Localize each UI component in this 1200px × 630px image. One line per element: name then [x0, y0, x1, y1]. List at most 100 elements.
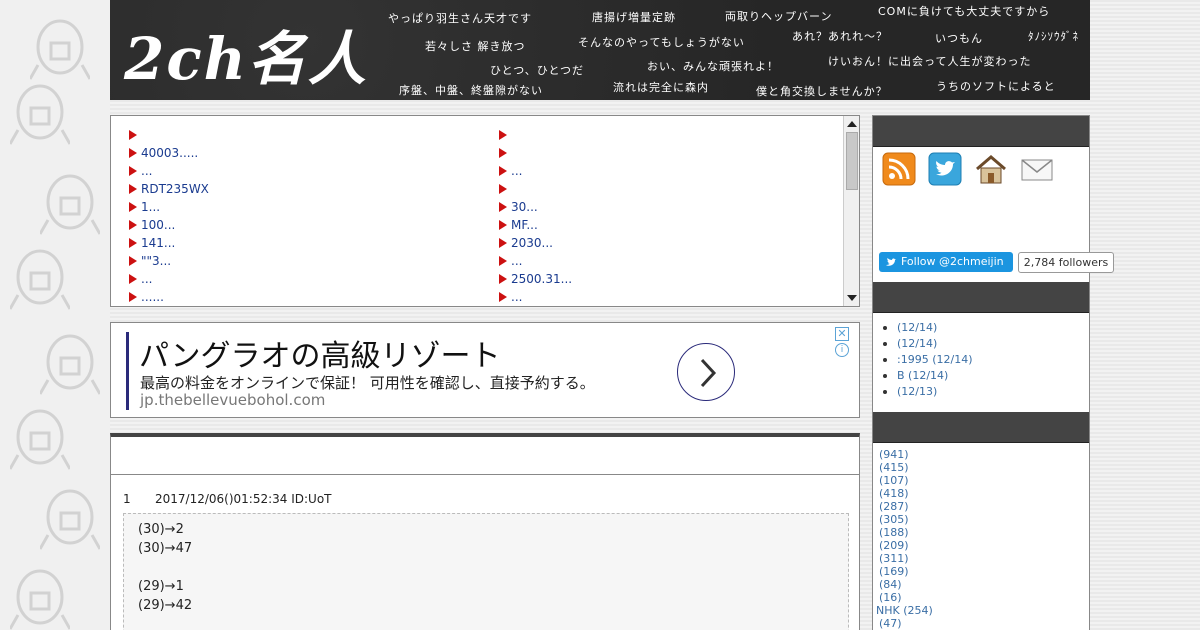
link-item[interactable]: ...: [497, 252, 572, 270]
link-item[interactable]: MF...: [497, 216, 572, 234]
category-link[interactable]: (188): [879, 526, 933, 539]
mascot-decoration: [10, 569, 70, 630]
recent-article-link[interactable]: (12/14): [881, 320, 972, 336]
header-tagline: ひとつ、ひとつだ: [490, 64, 585, 77]
link-item[interactable]: ...: [497, 288, 572, 306]
sidebar-section-header: [873, 116, 1089, 147]
mail-icon[interactable]: [1020, 152, 1054, 186]
recent-article-link[interactable]: (12/14): [881, 336, 972, 352]
recent-article-link[interactable]: (12/13): [881, 384, 972, 400]
twitter-icon[interactable]: [928, 152, 962, 186]
ad-banner[interactable]: パングラオの高級リゾート 最高の料金をオンラインで保証！ 可用性を確認し、直接予…: [110, 322, 860, 418]
header-tagline: COMに負けても大丈夫ですから: [878, 5, 1051, 18]
post-number: 1: [123, 492, 131, 506]
link-item[interactable]: 100...: [127, 216, 209, 234]
category-link[interactable]: (415): [879, 461, 933, 474]
home-icon[interactable]: [974, 152, 1008, 186]
mascot-decoration: [10, 249, 70, 310]
sidebar-section-header: [873, 282, 1089, 313]
sidebar: Follow @2chmeijin 2,784 followers (12/14…: [872, 115, 1114, 630]
article-panel: 1 2017/12/06()01:52:34 ID:UoT (30)→2 (30)…: [110, 433, 860, 630]
header-tagline: 唐揚げ増量定跡: [592, 11, 676, 24]
follow-label: Follow @2chmeijin: [901, 255, 1004, 268]
mascot-decoration: [40, 334, 100, 395]
post-meta: 1 2017/12/06()01:52:34 ID:UoT: [123, 492, 332, 506]
post-timestamp: 2017/12/06()01:52:34 ID:UoT: [155, 492, 332, 506]
header-tagline: 両取りヘップバーン: [725, 10, 833, 23]
category-link[interactable]: (47): [879, 617, 933, 630]
header-tagline: うちのソフトによると: [936, 80, 1056, 93]
link-item[interactable]: RDT235WX: [127, 180, 209, 198]
link-item[interactable]: 2500.31...: [497, 270, 572, 288]
post-line: (29)→1: [138, 579, 184, 594]
header-tagline: ﾀﾉｼｿｳﾀﾞﾈ: [1028, 30, 1079, 43]
post-body: (30)→2 (30)→47 (29)→1 (29)→42: [123, 513, 849, 630]
link-item[interactable]: 30...: [497, 198, 572, 216]
ad-title[interactable]: パングラオの高級リゾート: [139, 331, 501, 375]
link-item[interactable]: 141...: [127, 234, 209, 252]
link-item[interactable]: ""3...: [127, 252, 209, 270]
category-link[interactable]: (209): [879, 539, 933, 552]
link-item[interactable]: [127, 126, 209, 144]
category-link[interactable]: (941): [879, 448, 933, 461]
ad-close-icon[interactable]: ✕: [835, 327, 849, 341]
sidebar-section-header: [873, 412, 1089, 443]
recent-articles-list: (12/14) (12/14) :1995 (12/14) B (12/14) …: [881, 320, 972, 400]
twitter-bird-icon: [886, 258, 896, 266]
link-item[interactable]: [497, 126, 572, 144]
antenna-link-box[interactable]: 40003..... ... RDT235WX 1... 100... 141.…: [110, 115, 860, 307]
scroll-down-arrow-icon[interactable]: [847, 295, 857, 301]
category-link[interactable]: (107): [879, 474, 933, 487]
category-link[interactable]: (305): [879, 513, 933, 526]
category-link[interactable]: (287): [879, 500, 933, 513]
ad-info-icon[interactable]: i: [835, 343, 849, 357]
chevron-right-icon: [700, 358, 717, 388]
category-link[interactable]: (311): [879, 552, 933, 565]
ad-url[interactable]: jp.thebellevuebohol.com: [140, 391, 325, 409]
rss-icon[interactable]: [882, 152, 916, 186]
header-tagline: そんなのやってもしょうがない: [578, 36, 745, 49]
category-link[interactable]: (418): [879, 487, 933, 500]
recent-article-link[interactable]: B (12/14): [881, 368, 972, 384]
ad-accent-bar: [126, 332, 129, 410]
article-header: [111, 437, 859, 475]
mascot-decoration: [40, 489, 100, 550]
mascot-decoration: [10, 84, 70, 145]
link-item[interactable]: ...: [127, 270, 209, 288]
link-item[interactable]: [497, 144, 572, 162]
link-item[interactable]: 1...: [127, 198, 209, 216]
link-item[interactable]: [497, 180, 572, 198]
header-tagline: けいおん！に出会って人生が変わった: [828, 55, 1032, 68]
scroll-up-arrow-icon[interactable]: [847, 121, 857, 127]
post-line: (30)→47: [138, 541, 193, 556]
header-tagline: あれ？あれれ～？: [792, 30, 888, 43]
header-tagline: 僕と角交換しませんか？: [756, 85, 888, 98]
link-item[interactable]: 40003.....: [127, 144, 209, 162]
category-link[interactable]: NHK (254): [876, 604, 933, 617]
link-item[interactable]: 2030...: [497, 234, 572, 252]
recent-article-link[interactable]: :1995 (12/14): [881, 352, 972, 368]
twitter-follow-button[interactable]: Follow @2chmeijin: [879, 252, 1013, 272]
background-pattern: [0, 0, 110, 630]
header-tagline: 序盤、中盤、終盤隙がない: [399, 84, 543, 97]
mascot-decoration: [10, 409, 70, 470]
ad-arrow-button[interactable]: [677, 343, 735, 401]
category-link[interactable]: (84): [879, 578, 933, 591]
header-tagline: やっぱり羽生さん天才です: [388, 12, 532, 25]
link-column-right: ... 30... MF... 2030... ... 2500.31... .…: [497, 126, 572, 306]
post-line: (30)→2: [138, 522, 184, 537]
site-header[interactable]: 2ch名人 やっぱり羽生さん天才です 唐揚げ増量定跡 両取りヘップバーン COM…: [110, 0, 1090, 100]
category-link[interactable]: (169): [879, 565, 933, 578]
link-item[interactable]: ...: [127, 162, 209, 180]
scroll-thumb[interactable]: [846, 132, 858, 190]
link-box-scrollbar[interactable]: [843, 116, 859, 306]
category-link[interactable]: (16): [879, 591, 933, 604]
header-tagline: 若々しさ 解き放つ: [425, 40, 526, 53]
post-line: [138, 558, 834, 577]
header-tagline: 流れは完全に森内: [613, 81, 709, 94]
link-item[interactable]: ......: [127, 288, 209, 306]
site-logo[interactable]: 2ch名人: [124, 12, 368, 96]
follower-count[interactable]: 2,784 followers: [1018, 252, 1114, 273]
link-item[interactable]: ...: [497, 162, 572, 180]
ad-description[interactable]: 最高の料金をオンラインで保証！ 可用性を確認し、直接予約する。: [140, 372, 595, 393]
